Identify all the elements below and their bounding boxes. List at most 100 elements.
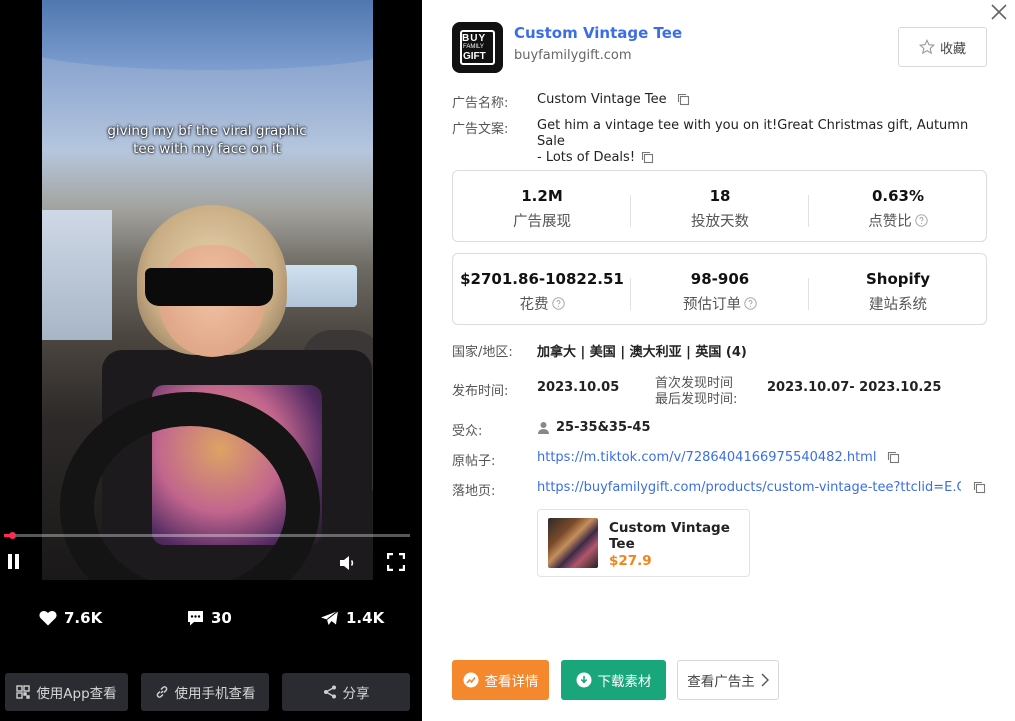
metric-impressions: 1.2M 广告展现 <box>453 171 631 243</box>
metrics-box-primary: 1.2M 广告展现 18 投放天数 0.63% 点赞比 <box>452 170 987 242</box>
share-arrow-icon <box>321 610 339 625</box>
metric-value: 98-906 <box>690 270 750 288</box>
view-advertiser-button[interactable]: 查看广告主 <box>677 660 779 700</box>
metric-spend: $2701.86-10822.51 花费 <box>453 254 631 326</box>
view-in-app-button[interactable]: 使用App查看 <box>5 673 128 711</box>
video-progress-handle[interactable] <box>9 532 17 539</box>
logo-text-3: GIFT <box>463 51 486 62</box>
help-icon[interactable] <box>915 214 928 227</box>
ad-copy-label: 广告文案: <box>452 122 509 137</box>
metric-like-ratio: 0.63% 点赞比 <box>809 171 987 243</box>
advertiser-logo: BUY FAMILY GIFT <box>452 22 503 73</box>
landing-label: 落地页: <box>452 484 496 499</box>
product-thumbnail <box>548 518 598 568</box>
help-icon[interactable] <box>551 297 565 310</box>
audience-row: 25-35&35-45 <box>537 420 651 435</box>
region-value: 加拿大 | 美国 | 澳大利亚 | 英国 (4) <box>537 345 747 360</box>
star-icon <box>918 39 935 55</box>
fullscreen-icon[interactable] <box>386 552 406 572</box>
view-advertiser-label: 查看广告主 <box>687 674 755 690</box>
metric-platform: Shopify 建站系统 <box>809 254 987 326</box>
ad-name-row: Custom Vintage Tee <box>537 92 690 107</box>
view-details-button[interactable]: 查看详情 <box>452 660 549 700</box>
post-row: https://m.tiktok.com/v/72864041669755404… <box>537 450 900 465</box>
help-icon[interactable] <box>744 297 757 310</box>
view-on-phone-label: 使用手机查看 <box>174 686 256 702</box>
metric-caption: 建站系统 <box>869 297 927 313</box>
video-player[interactable]: giving my bf the viral graphic tee with … <box>42 0 373 580</box>
metric-value: 1.2M <box>521 187 563 205</box>
video-frame-sky <box>42 0 373 70</box>
region-label: 国家/地区: <box>452 345 513 360</box>
video-panel: giving my bf the viral graphic tee with … <box>0 0 422 721</box>
ad-copy-text: Get him a vintage tee with you on it!Gre… <box>537 118 989 166</box>
metric-value: 18 <box>709 187 731 205</box>
landing-url-link[interactable]: https://buyfamilygift.com/products/custo… <box>537 480 961 495</box>
last-seen-label: 最后发现时间: <box>655 392 738 407</box>
comments-stat: 30 <box>187 607 232 629</box>
copy-icon[interactable] <box>677 93 690 106</box>
shares-count: 1.4K <box>346 609 385 627</box>
metric-caption: 广告展现 <box>513 214 571 230</box>
metric-value: $2701.86-10822.51 <box>460 270 624 288</box>
likes-stat: 7.6K <box>39 607 102 629</box>
product-card[interactable]: Custom Vintage Tee $27.9 <box>537 509 750 577</box>
heart-icon <box>39 611 57 626</box>
audience-label: 受众: <box>452 424 483 439</box>
view-on-phone-button[interactable]: 使用手机查看 <box>141 673 269 711</box>
ad-name-label: 广告名称: <box>452 96 509 111</box>
ad-copy-line: Get him a vintage tee with you on it!Gre… <box>537 118 969 149</box>
video-frame-window <box>42 210 112 340</box>
video-frame-window <box>277 265 357 307</box>
metrics-box-secondary: $2701.86-10822.51 花费 98-906 预估订单 Shopify… <box>452 253 987 325</box>
metric-orders: 98-906 预估订单 <box>631 254 809 326</box>
copy-icon[interactable] <box>641 151 654 164</box>
share-label: 分享 <box>342 686 370 702</box>
favorite-label: 收藏 <box>939 41 966 57</box>
video-frame-sunglasses <box>145 268 273 306</box>
chart-badge-icon <box>463 672 478 688</box>
post-label: 原帖子: <box>452 454 496 469</box>
share-icon <box>323 685 336 699</box>
metric-caption: 投放天数 <box>691 214 749 230</box>
likes-count: 7.6K <box>64 609 103 627</box>
metric-caption: 预估订单 <box>683 297 741 313</box>
video-caption: giving my bf the viral graphic tee with … <box>107 123 307 157</box>
metric-caption-wrap: 预估订单 <box>631 293 809 314</box>
audience-value: 25-35&35-45 <box>556 420 651 435</box>
video-progress-bar[interactable] <box>4 532 410 539</box>
ad-copy-line-2: - Lots of Deals! <box>537 150 989 166</box>
metric-caption: 点赞比 <box>868 214 912 230</box>
publish-value: 2023.10.05 <box>537 380 620 395</box>
publish-label: 发布时间: <box>452 384 509 399</box>
link-icon <box>156 686 167 698</box>
volume-icon[interactable] <box>339 555 357 571</box>
ad-name-value: Custom Vintage Tee <box>537 92 667 107</box>
metric-days: 18 投放天数 <box>631 171 809 243</box>
view-details-label: 查看详情 <box>484 674 539 690</box>
user-icon <box>538 422 549 434</box>
metric-caption-wrap: 点赞比 <box>809 210 987 231</box>
download-assets-button[interactable]: 下载素材 <box>561 660 666 700</box>
close-icon[interactable] <box>989 2 1009 22</box>
chevron-right-icon <box>761 673 769 687</box>
share-button[interactable]: 分享 <box>282 673 410 711</box>
product-price: $27.9 <box>609 553 652 569</box>
copy-icon[interactable] <box>973 481 986 494</box>
advertiser-domain: buyfamilygift.com <box>514 48 632 63</box>
product-title: Custom Vintage Tee <box>609 520 730 552</box>
post-url-link[interactable]: https://m.tiktok.com/v/72864041669755404… <box>537 450 876 465</box>
metric-caption-wrap: 花费 <box>453 293 631 314</box>
comment-icon <box>188 611 203 626</box>
ad-copy-line: - Lots of Deals! <box>537 150 636 165</box>
metric-value: 0.63% <box>871 187 925 205</box>
logo-text-2: FAMILY <box>463 44 484 50</box>
metric-caption: 花费 <box>519 297 549 313</box>
copy-icon[interactable] <box>887 451 900 464</box>
favorite-button[interactable]: 收藏 <box>898 27 987 67</box>
pause-icon[interactable] <box>7 554 21 570</box>
advertiser-name-link[interactable]: Custom Vintage Tee <box>514 24 682 42</box>
shares-stat: 1.4K <box>320 607 384 629</box>
qr-grid-icon <box>16 685 31 699</box>
comments-count: 30 <box>211 609 232 627</box>
